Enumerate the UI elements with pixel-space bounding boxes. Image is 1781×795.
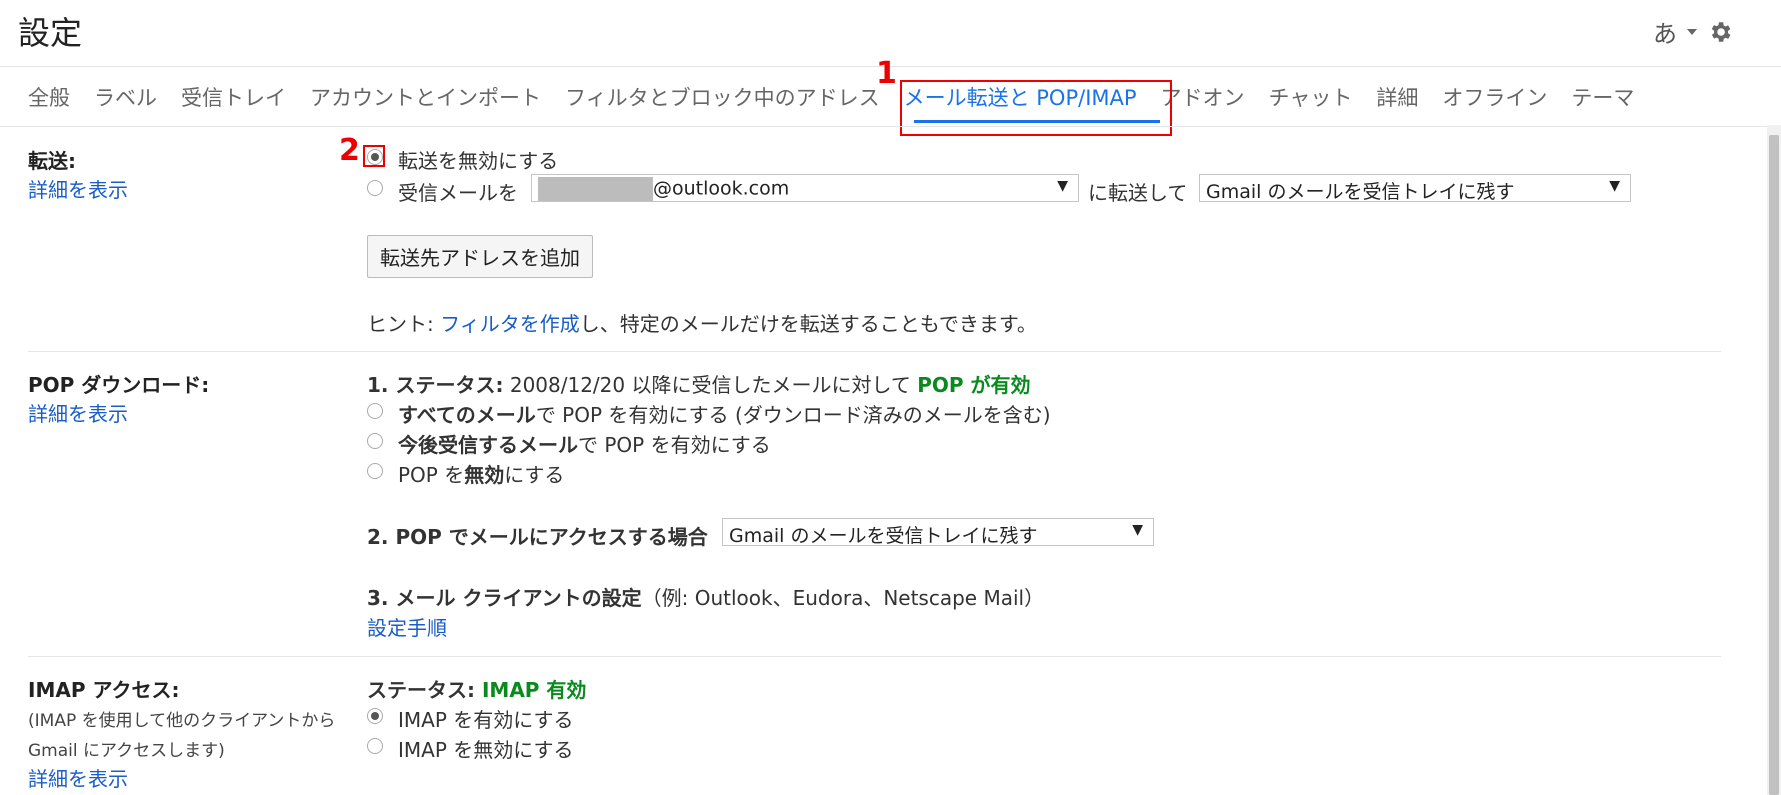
pop-status-text: 2008/12/20 以降に受信したメールに対して [503,373,918,397]
imap-desc-line2: Gmail にアクセスします) [28,741,225,761]
step1-highlight-box [900,80,1172,136]
forwarding-disable-label: 転送を無効にする [398,149,559,173]
section-divider [28,351,1721,352]
pop-disable-label: POP を無効にする [398,463,565,487]
dropdown-arrow-icon: ▼ [1057,178,1068,194]
step2-number: 2 [339,133,360,168]
page-title: 設定 [18,14,83,52]
tab-advanced[interactable]: 詳細 [1364,82,1430,112]
header-actions: あ [1653,14,1733,49]
tab-general[interactable]: 全般 [28,82,82,112]
tab-themes[interactable]: テーマ [1559,82,1646,112]
step1-number: 1 [876,56,897,91]
pop-setup-link[interactable]: 設定手順 [367,612,447,641]
dropdown-arrow-icon: ▼ [1609,178,1620,194]
pop-all-mail-label: すべてのメールで POP を有効にする (ダウンロード済みのメールを含む) [398,403,1051,427]
chevron-down-icon[interactable] [1687,28,1697,35]
tab-inbox[interactable]: 受信トレイ [169,82,298,112]
pop-label: POP ダウンロード: [28,373,210,397]
imap-disable-radio[interactable] [367,738,383,754]
forward-keep-value: Gmail のメールを受信トレイに残す [1206,181,1515,203]
pop-access-label: 2. POP でメールにアクセスする場合 [367,525,708,549]
forwarding-hint: ヒント: フィルタを作成し、特定のメールだけを転送することもできます。 [367,308,1037,337]
pop-detail-link[interactable]: 詳細を表示 [28,398,128,427]
pop-future-mail-label: 今後受信するメールで POP を有効にする [398,433,771,457]
forward-keep-select[interactable]: Gmail のメールを受信トレイに残す ▼ [1199,174,1631,203]
pop-status-value: POP が有効 [917,373,1031,397]
imap-label: IMAP アクセス: [28,678,180,702]
gear-icon[interactable] [1707,19,1733,45]
pop-future-mail-radio[interactable] [367,433,383,449]
forwarding-detail-link[interactable]: 詳細を表示 [28,174,128,203]
imap-enable-radio[interactable] [367,708,383,724]
pop-client-settings: 3. メール クライアントの設定（例: Outlook、Eudora、Netsc… [367,586,1045,610]
forward-address-value: @outlook.com [653,177,790,200]
pop-status: 1. ステータス: 2008/12/20 以降に受信したメールに対して POP … [367,369,1031,398]
imap-desc-line1: (IMAP を使用して他のクライアントから [28,711,336,731]
hint-suffix: し、特定のメールだけを転送することもできます。 [579,312,1037,336]
tab-labels[interactable]: ラベル [82,82,169,112]
hint-prefix: ヒント: [367,312,441,336]
input-tools-indicator[interactable]: あ [1653,14,1677,49]
tab-offline[interactable]: オフライン [1430,82,1559,112]
imap-disable-label: IMAP を無効にする [398,738,574,762]
tab-accounts[interactable]: アカウントとインポート [298,82,553,112]
add-forwarding-address-button[interactable]: 転送先アドレスを追加 [367,235,593,278]
forwarding-enable-label: 受信メールを [398,181,518,205]
imap-detail-link[interactable]: 詳細を表示 [28,763,128,792]
pop-all-mail-radio[interactable] [367,403,383,419]
imap-status: ステータス: IMAP 有効 [367,678,587,702]
dropdown-arrow-icon: ▼ [1132,522,1143,538]
section-divider [28,656,1721,657]
pop-disable-radio[interactable] [367,463,383,479]
tabs-divider [0,126,1781,127]
imap-enable-label: IMAP を有効にする [398,708,574,732]
settings-tabs: 全般 ラベル 受信トレイ アカウントとインポート フィルタとブロック中のアドレス… [28,82,1646,112]
pop-status-prefix: 1. ステータス: [367,373,504,397]
scrollbar-thumb[interactable] [1769,135,1779,795]
tab-chat[interactable]: チャット [1257,82,1365,112]
forward-address-select[interactable]: @outlook.com ▼ [531,174,1079,202]
create-filter-link[interactable]: フィルタを作成 [440,312,580,336]
tab-filters[interactable]: フィルタとブロック中のアドレス [553,82,892,112]
pop-access-value: Gmail のメールを受信トレイに残す [729,525,1038,547]
forwarding-enable-radio[interactable] [367,180,383,196]
pop-access-select[interactable]: Gmail のメールを受信トレイに残す ▼ [722,518,1154,547]
redacted-address [538,177,653,201]
forward-to-label: に転送して [1088,181,1188,205]
forwarding-label: 転送: [28,149,76,173]
forwarding-disable-radio[interactable] [367,149,383,165]
